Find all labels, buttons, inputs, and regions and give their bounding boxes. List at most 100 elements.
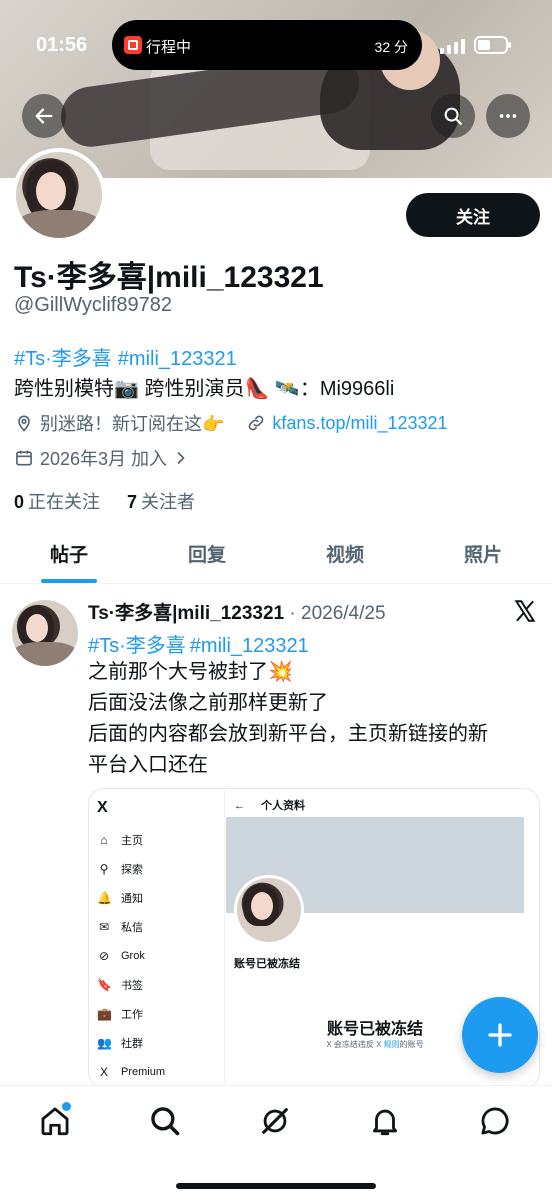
followers-count: 7 — [127, 492, 138, 512]
more-button[interactable] — [486, 94, 530, 138]
post-header: Ts·李多喜|mili_123321 · 2026/4/25 — [88, 598, 386, 625]
bell-icon — [372, 1109, 398, 1136]
battery-icon — [474, 36, 511, 54]
link-icon — [249, 415, 264, 431]
bio-hashtags: #Ts·李多喜 #mili_123321 — [14, 342, 243, 371]
tab-replies[interactable]: 回复 — [138, 524, 276, 583]
bookmark-icon: 🔖 — [97, 977, 112, 992]
embed-rules-link: 规则 — [383, 1040, 400, 1049]
joined-row[interactable]: 2026年3月 加入 — [14, 445, 197, 471]
post-hashtag[interactable]: #Ts·李多喜 — [88, 635, 186, 657]
embed-menu-label: 社群 — [121, 1037, 143, 1050]
following-label: 正在关注 — [28, 492, 101, 512]
nav-messages[interactable] — [478, 1104, 512, 1138]
embed-sidebar: X ⌂ 主页 ⚲ 探索 🔔 通知 ✉ 私信 ⊘ Grok 🔖 书签 💼 工作 👥 社群 X Pre… — [89, 789, 225, 1087]
post-author[interactable]: Ts·李多喜|mili_123321 — [88, 603, 284, 624]
post-body: 之前那个大号被封了💥 后面没法像之前那样更新了 后面的内容都会放到新平台，主页新… — [88, 657, 538, 781]
post-line: 平台入口还在 — [88, 754, 208, 776]
home-indicator[interactable] — [176, 1183, 376, 1189]
profile-meta-row: 别迷路！新订阅在这👉 kfans.top/mili_123321 — [14, 410, 448, 436]
embed-menu-label: 工作 — [121, 1008, 143, 1021]
embed-menu-item: 💼 工作 — [97, 999, 165, 1028]
post-hashtags: #Ts·李多喜 #mili_123321 — [88, 629, 313, 658]
nav-notifications[interactable] — [368, 1104, 402, 1138]
search-button[interactable] — [431, 94, 475, 138]
nav-search[interactable] — [148, 1104, 182, 1138]
profile-name: Ts·李多喜|mili_123321 — [14, 261, 324, 294]
plus-icon — [488, 1023, 512, 1047]
website-link[interactable]: kfans.top/mili_123321 — [272, 413, 447, 434]
bottom-navigation — [0, 1085, 552, 1200]
notification-dot — [62, 1102, 71, 1111]
embed-menu-label: 私信 — [121, 921, 143, 934]
embed-x-logo: X — [97, 799, 108, 816]
community-icon: 👥 — [97, 1035, 112, 1050]
embed-frozen-label: 账号已被冻结 — [234, 958, 300, 970]
status-time: 01:56 — [36, 34, 88, 56]
embed-menu-label: 主页 — [121, 834, 143, 847]
embed-sub-a: X 会冻结违反 X — [326, 1040, 384, 1049]
island-label: 行程中 — [146, 39, 192, 56]
embed-menu-item: ⊘ Grok — [97, 941, 165, 970]
post-avatar[interactable] — [12, 600, 78, 666]
status-bar: 01:56 行程中 32 分 — [0, 20, 552, 70]
embed-page-title: 个人资料 — [261, 800, 305, 812]
calendar-icon — [16, 450, 32, 466]
home-icon: ⌂ — [100, 832, 108, 847]
joined-text: 2026年3月 加入 — [40, 449, 168, 469]
tab-posts[interactable]: 帖子 — [0, 524, 138, 583]
nav-grok[interactable] — [258, 1104, 292, 1138]
x-logo-icon — [514, 600, 536, 622]
search-icon — [151, 1107, 180, 1136]
mail-icon: ✉ — [98, 919, 110, 934]
bio-hashtag[interactable]: #mili_123321 — [118, 348, 237, 370]
embed-topbar: ← 个人资料 — [234, 797, 305, 813]
tab-photos[interactable]: 照片 — [414, 524, 552, 583]
embed-avatar — [234, 875, 304, 945]
back-button[interactable] — [22, 94, 66, 138]
post-line: 之前那个大号被封了💥 — [88, 661, 293, 683]
premium-x-icon: X — [99, 1064, 108, 1079]
grok-icon: ⊘ — [98, 948, 110, 963]
profile-tabs: 帖子 回复 视频 照片 — [0, 524, 552, 584]
compose-button[interactable] — [462, 997, 538, 1073]
embed-menu-item: ⌂ 主页 — [97, 825, 165, 854]
profile-handle: @GillWyclif89782 — [14, 294, 172, 316]
search-icon: ⚲ — [99, 861, 109, 876]
post-date[interactable]: · 2026/4/25 — [289, 603, 385, 624]
embed-menu-label: 书签 — [121, 979, 143, 992]
following-count: 0 — [14, 492, 25, 512]
embed-menu-item: 👥 社群 — [97, 1028, 165, 1057]
follow-stats: 0 正在关注 7 关注者 — [14, 488, 195, 514]
more-icon — [499, 114, 517, 118]
grok-icon — [262, 1108, 288, 1134]
island-minutes: 32 分 — [374, 39, 408, 55]
follow-button[interactable]: 关注 — [406, 193, 540, 237]
nav-home[interactable] — [38, 1102, 72, 1138]
bio-hashtag[interactable]: #Ts·李多喜 — [14, 348, 112, 370]
embed-sub-b: 的账号 — [399, 1040, 424, 1049]
embed-menu-label: 通知 — [121, 892, 143, 905]
embed-menu-label: Premium — [121, 1065, 166, 1078]
embed-menu-item: ⚲ 探索 — [97, 854, 165, 883]
tab-videos[interactable]: 视频 — [276, 524, 414, 583]
embed-menu-item: ✉ 私信 — [97, 912, 165, 941]
signal-icon — [440, 38, 466, 54]
embed-menu-item: X Premium — [97, 1057, 165, 1086]
location-text: 别迷路！新订阅在这👉 — [40, 414, 225, 434]
search-icon — [444, 107, 462, 125]
embed-menu-item: 🔖 书签 — [97, 970, 165, 999]
post-hashtag[interactable]: #mili_123321 — [190, 635, 309, 657]
post-line: 后面没法像之前那样更新了 — [88, 692, 328, 714]
embed-menu-item: 🔔 通知 — [97, 883, 165, 912]
briefcase-icon: 💼 — [97, 1006, 112, 1021]
profile-avatar[interactable] — [12, 148, 106, 242]
following-stat[interactable]: 0 正在关注 — [14, 492, 100, 512]
post-line: 后面的内容都会放到新平台，主页新链接的新 — [88, 723, 488, 745]
embed-back-arrow-icon: ← — [234, 800, 245, 812]
embed-menu-label: 探索 — [121, 863, 143, 876]
followers-label: 关注者 — [141, 492, 196, 512]
dynamic-island[interactable]: 行程中 32 分 — [112, 20, 422, 70]
location-pin-icon — [18, 415, 30, 432]
followers-stat[interactable]: 7 关注者 — [127, 492, 195, 512]
